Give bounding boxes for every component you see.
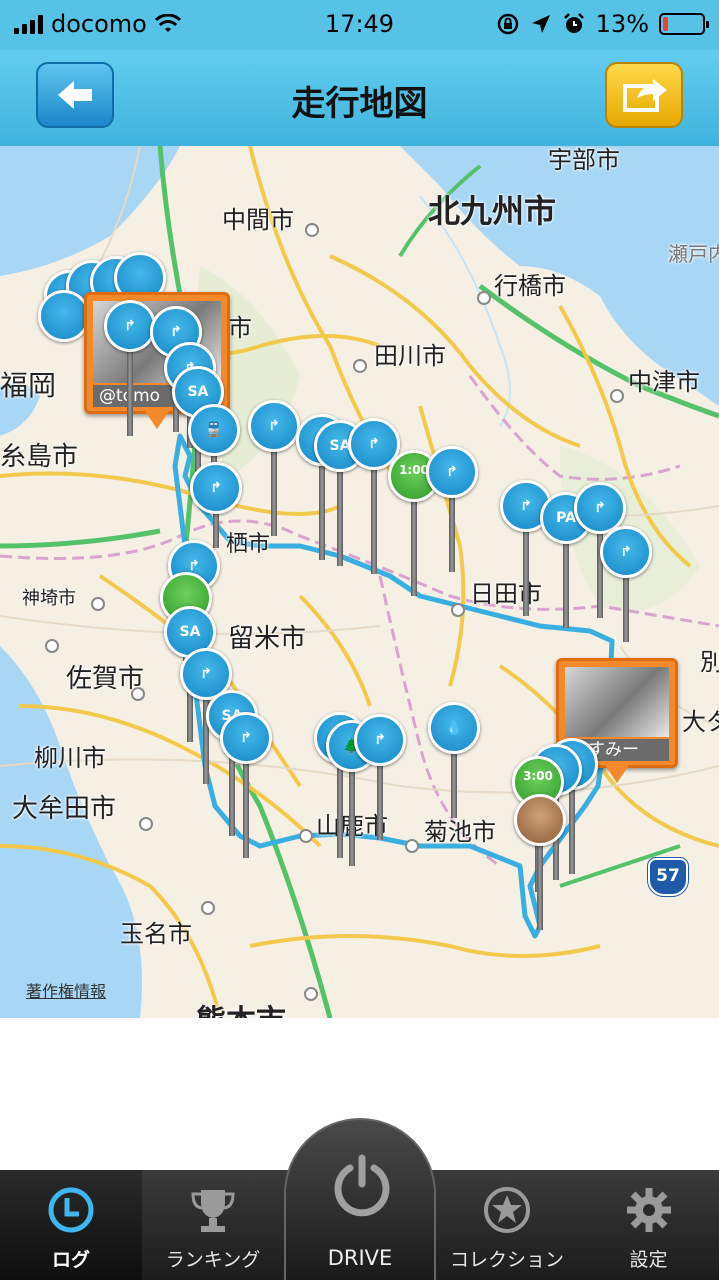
label-kurume: 留米市: [228, 624, 307, 654]
junction-icon: ↱: [446, 464, 458, 480]
status-bar: docomo 17:49 13%: [0, 0, 719, 50]
label-nakatsu: 中津市: [628, 368, 700, 396]
label-nakama: 中間市: [222, 206, 294, 234]
train-icon: 🚆: [205, 422, 223, 438]
junction-icon: ↱: [124, 318, 136, 334]
junction-icon: ↱: [200, 666, 212, 682]
tab-settings[interactable]: 設定: [578, 1170, 719, 1280]
clock-icon: [48, 1187, 94, 1233]
tab-label: コレクション: [449, 1249, 564, 1271]
junction-icon: ↱: [594, 500, 606, 516]
photo-thumbnail: [565, 667, 669, 737]
label-itoshima: 糸島市: [0, 442, 79, 472]
label-omuta: 大牟田市: [12, 794, 117, 824]
label-sobashi: 栖市: [226, 532, 271, 557]
label-city-partial: 市: [228, 314, 252, 342]
label-saga: 佐賀市: [66, 664, 145, 694]
tab-collection[interactable]: コレクション: [436, 1170, 578, 1280]
label-kikuchi: 菊池市: [424, 818, 496, 846]
label-yukuhashi: 行橋市: [494, 272, 566, 300]
label-oita-partial: 大タ: [682, 708, 719, 736]
tab-label: 設定: [629, 1249, 668, 1271]
junction-icon: ↱: [620, 544, 632, 560]
label-yanagawa: 柳川市: [34, 744, 106, 772]
label-ube: 宇部市: [548, 146, 620, 174]
tab-log[interactable]: ログ: [0, 1170, 142, 1280]
label-hita: 日田市: [470, 580, 542, 608]
junction-icon: ↱: [240, 730, 252, 746]
hour-badge-time: 3:00: [523, 769, 553, 783]
power-icon: [334, 1154, 390, 1217]
trophy-icon: [191, 1190, 235, 1232]
tab-label: ログ: [51, 1249, 90, 1271]
battery-icon: [659, 13, 709, 35]
label-kitakyushu: 北九州市: [428, 192, 557, 230]
junction-icon: ↱: [268, 418, 280, 434]
location-icon: [531, 15, 550, 33]
label-setouchi: 瀬戸内: [668, 242, 719, 266]
alarm-icon: [563, 13, 584, 33]
route-57-shield: 57: [648, 858, 688, 896]
share-button[interactable]: [605, 62, 683, 128]
label-kumamoto: 熊本市: [196, 996, 286, 1018]
map-credit-link[interactable]: 著作権情報: [26, 978, 106, 1002]
drive-map[interactable]: 宇部市 中間市 北九州市 瀬戸内 行橋市 福岡 市 田川市 中津市 糸島市 栖市…: [0, 146, 719, 1018]
star-badge-icon: [484, 1187, 530, 1233]
drive-label: DRIVE: [327, 1246, 393, 1270]
label-kanzaki: 神埼市: [22, 588, 76, 609]
label-tagawa: 田川市: [374, 342, 446, 370]
nav-header: 走行地図: [0, 50, 719, 148]
share-icon: [623, 79, 667, 112]
junction-icon: ↱: [374, 732, 386, 748]
label-betsu: 別: [700, 648, 719, 676]
junction-icon: ↱: [210, 480, 222, 496]
rotation-lock-icon: [497, 13, 518, 35]
drive-button[interactable]: DRIVE: [284, 1118, 436, 1280]
gear-icon: [626, 1188, 671, 1232]
label-fukuoka: 福岡: [0, 369, 57, 402]
water-drop-icon: 💧: [445, 720, 463, 736]
label-tamana: 玉名市: [120, 920, 192, 948]
tab-ranking[interactable]: ランキング: [142, 1170, 284, 1280]
battery-percent: 13%: [595, 10, 649, 38]
tab-label: ランキング: [165, 1249, 261, 1271]
